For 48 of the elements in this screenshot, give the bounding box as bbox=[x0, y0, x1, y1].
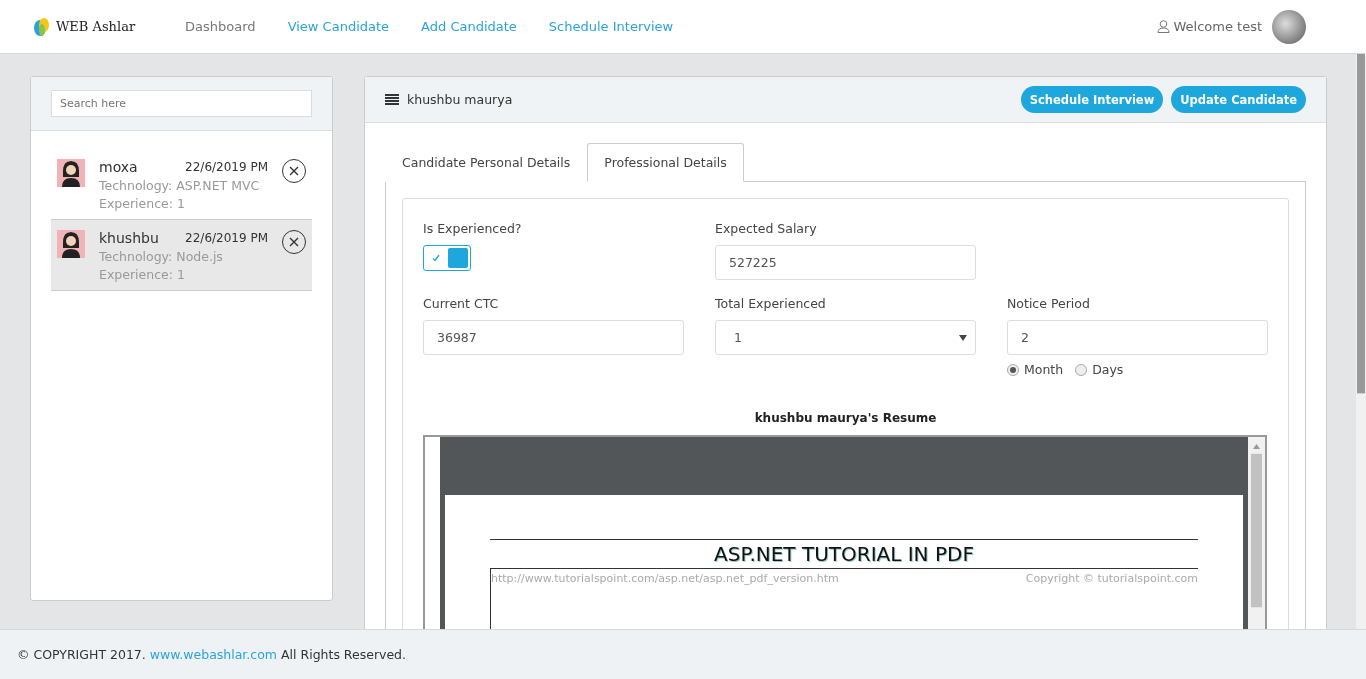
avatar-icon bbox=[57, 230, 85, 258]
nav-link[interactable]: Dashboard bbox=[185, 19, 256, 34]
welcome-label: Welcome test bbox=[1173, 19, 1262, 34]
scrollbar[interactable] bbox=[1248, 437, 1265, 629]
candidate-name: khushbu bbox=[99, 230, 159, 246]
candidate-technology: Technology: Node.js bbox=[99, 249, 224, 264]
avatar-icon bbox=[57, 159, 85, 187]
field-label: Notice Period bbox=[1007, 296, 1091, 311]
radio-label: Days bbox=[1092, 362, 1124, 377]
input-field[interactable]: 527225 bbox=[715, 245, 976, 280]
candidate-date: 22/6/2019 PM bbox=[185, 160, 268, 174]
panel-title: khushbu maurya bbox=[407, 92, 514, 107]
close-icon bbox=[289, 237, 299, 247]
candidate-item[interactable]: khushbu 22/6/2019 PM Technology: Node.js Experience: 1 bbox=[51, 220, 312, 291]
input-field[interactable]: 2 bbox=[1007, 320, 1268, 355]
candidate-technology: Technology: ASP.NET MVC bbox=[99, 178, 261, 193]
candidate-date: 22/6/2019 PM bbox=[185, 231, 268, 245]
candidate-name: moxa bbox=[99, 159, 138, 175]
candidate-experience: Experience: 1 bbox=[99, 196, 186, 211]
search-field[interactable]: Search here bbox=[51, 90, 312, 117]
candidate-experience: Experience: 1 bbox=[99, 267, 186, 282]
field-label: Expected Salary bbox=[715, 221, 818, 236]
menu-icon bbox=[385, 94, 399, 105]
input-field[interactable]: 36987 bbox=[423, 320, 684, 355]
document-url: http://www.tutorialspoint.com/asp.net/asp.net_pdf_version.htm bbox=[491, 572, 839, 587]
copyright-text: © COPYRIGHT 2017. www.webashlar.com All Rights Reserved. bbox=[17, 647, 407, 662]
document-title: ASP.NET TUTORIAL IN PDF bbox=[490, 539, 1198, 569]
logo[interactable]: WEB Ashlar bbox=[32, 15, 136, 38]
field-label: Current CTC bbox=[423, 296, 500, 311]
check-icon bbox=[432, 254, 440, 262]
radio-option[interactable]: Days bbox=[1075, 362, 1124, 377]
logo-text: WEB Ashlar bbox=[56, 19, 136, 34]
caret-icon bbox=[959, 334, 967, 341]
user-icon bbox=[1157, 20, 1171, 33]
resume-title: khushbu maurya's Resume bbox=[753, 411, 938, 425]
profile-photo[interactable] bbox=[1272, 9, 1306, 44]
field-label: Total Experienced bbox=[715, 296, 827, 311]
radio-option[interactable]: Month bbox=[1007, 362, 1064, 377]
welcome-text[interactable]: Welcome test bbox=[1157, 19, 1262, 34]
tab[interactable]: Professional Details bbox=[587, 143, 744, 182]
document-copyright: Copyright © tutorialspoint.com bbox=[1025, 572, 1198, 587]
close-icon bbox=[289, 166, 299, 176]
page-scrollbar[interactable] bbox=[1356, 54, 1366, 629]
logo-icon bbox=[32, 15, 52, 38]
select-field[interactable]: 1 bbox=[715, 320, 976, 355]
toggle-switch[interactable] bbox=[423, 245, 471, 271]
field-label: Is Experienced? bbox=[423, 221, 523, 236]
radio-label: Month bbox=[1024, 362, 1064, 377]
